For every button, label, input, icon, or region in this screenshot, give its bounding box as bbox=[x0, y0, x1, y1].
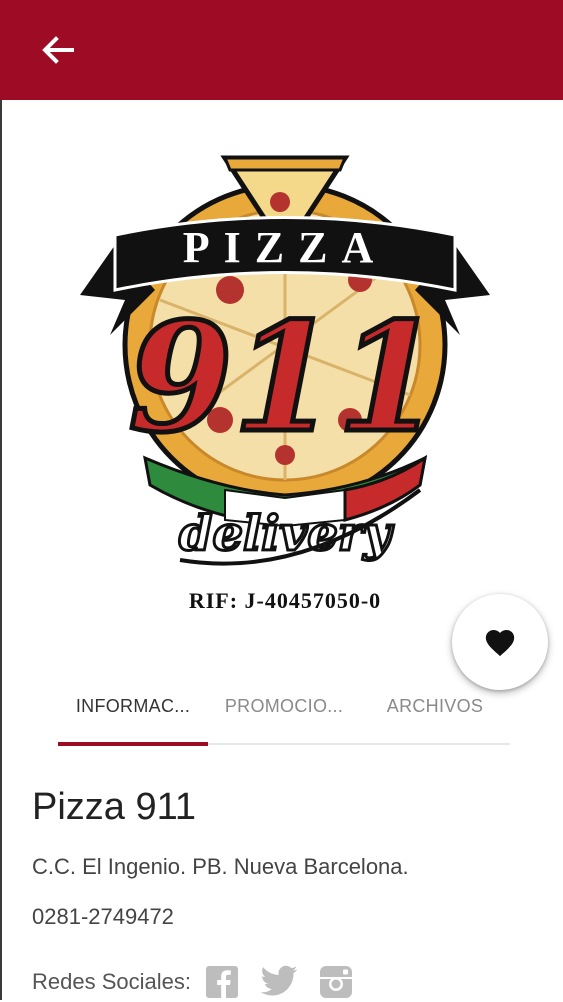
twitter-icon[interactable] bbox=[259, 965, 299, 999]
favorite-button[interactable] bbox=[452, 594, 548, 690]
social-label: Redes Sociales: bbox=[32, 969, 191, 994]
tab-bar: INFORMAC... PROMOCIO... ARCHIVOS bbox=[40, 680, 512, 746]
place-phone[interactable]: 0281-2749472 bbox=[32, 904, 174, 930]
pizza-911-logo: PIZZA 911 delivery RIF: J-40457050-0 bbox=[60, 140, 510, 620]
logo-script-text: delivery bbox=[179, 506, 394, 562]
facebook-icon[interactable] bbox=[205, 965, 239, 999]
tab-informacion[interactable]: INFORMAC... bbox=[58, 680, 208, 732]
logo-rif-text: RIF: J-40457050-0 bbox=[189, 588, 381, 613]
logo-number-text: 911 bbox=[128, 290, 441, 466]
app-bar bbox=[0, 0, 563, 100]
tab-archivos[interactable]: ARCHIVOS bbox=[370, 680, 500, 732]
logo-banner-text: PIZZA bbox=[183, 223, 387, 272]
social-row: Redes Sociales: bbox=[32, 962, 373, 1002]
left-edge-divider bbox=[0, 100, 2, 1000]
back-button[interactable] bbox=[36, 30, 80, 70]
place-address: C.C. El Ingenio. PB. Nueva Barcelona. bbox=[32, 854, 409, 879]
heart-icon bbox=[485, 629, 515, 657]
arrow-left-icon bbox=[42, 36, 74, 64]
place-name: Pizza 911 bbox=[32, 786, 197, 828]
instagram-icon[interactable] bbox=[319, 965, 353, 999]
tab-active-indicator bbox=[58, 742, 208, 746]
tab-promociones[interactable]: PROMOCIO... bbox=[212, 680, 356, 732]
